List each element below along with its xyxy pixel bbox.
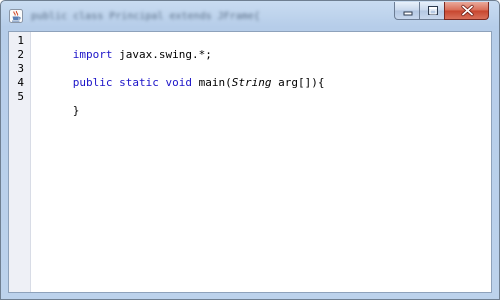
keyword-token: import	[72, 48, 113, 61]
java-cup-icon[interactable]	[8, 8, 24, 24]
keyword-token: public static void	[72, 76, 192, 89]
close-button[interactable]	[444, 2, 489, 20]
line-number: 1	[17, 34, 24, 47]
line-number-gutter: 1 2 3 4 5	[9, 32, 31, 292]
code-token: main(	[191, 76, 232, 89]
code-line: }	[33, 90, 80, 132]
window-title: public class Principal extends JFrame{	[31, 11, 260, 22]
maximize-button[interactable]	[419, 2, 445, 20]
code-token: javax.swing.*;	[112, 48, 212, 61]
line-number: 5	[17, 90, 24, 103]
application-window: public class Principal extends JFrame{ 1…	[0, 0, 500, 300]
close-icon	[461, 4, 474, 17]
code-token: arg[]){	[271, 76, 325, 89]
minimize-icon	[403, 11, 413, 16]
type-token: String	[231, 76, 272, 89]
maximize-icon	[428, 6, 438, 15]
code-editor[interactable]: 1 2 3 4 5 import javax.swing.*; public s…	[8, 31, 492, 293]
line-number: 3	[17, 62, 24, 75]
line-number: 2	[17, 48, 24, 61]
code-token: }	[72, 104, 80, 117]
title-bar[interactable]: public class Principal extends JFrame{	[1, 1, 499, 31]
line-number: 4	[17, 76, 24, 89]
minimize-button[interactable]	[394, 2, 420, 20]
